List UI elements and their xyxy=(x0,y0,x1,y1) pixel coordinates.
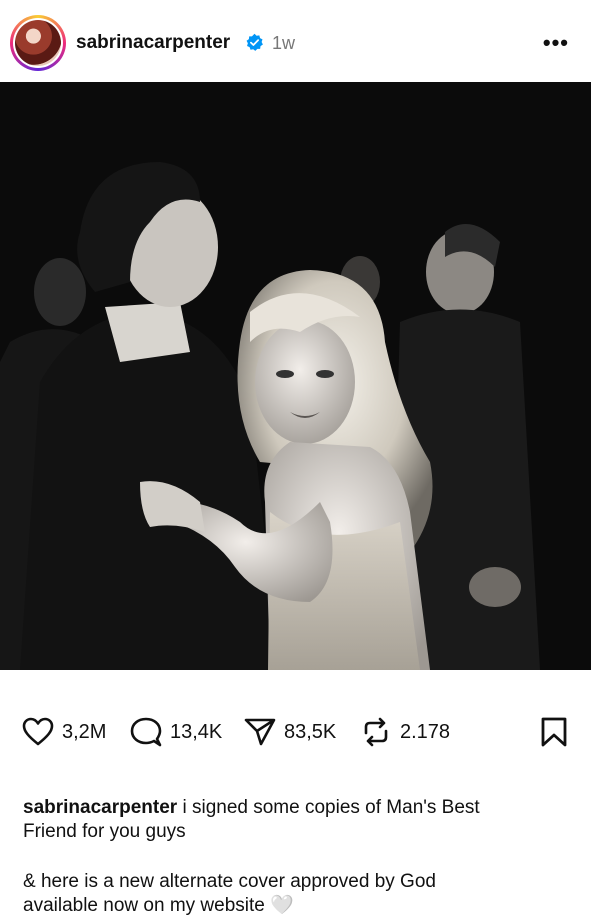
save-button[interactable] xyxy=(540,706,576,758)
caption-text-3: & here is a new alternate cover approved… xyxy=(23,871,436,892)
verified-badge-icon xyxy=(246,33,263,51)
post-photo[interactable] xyxy=(0,82,591,670)
send-icon xyxy=(244,718,276,746)
post-time: 1w xyxy=(272,33,296,53)
caption-text-2: Friend for you guys xyxy=(23,821,186,842)
like-button[interactable]: 3,2M xyxy=(22,706,106,758)
story-ring[interactable] xyxy=(10,15,66,71)
share-button[interactable]: 83,5K xyxy=(244,706,336,758)
share-count: 83,5K xyxy=(284,720,337,743)
photo-illustration xyxy=(0,82,591,670)
username-link[interactable]: sabrinacarpenter xyxy=(76,32,230,54)
post-caption: sabrinacarpenter i signed some copies of… xyxy=(23,796,563,918)
caption-username[interactable]: sabrinacarpenter xyxy=(23,797,177,818)
bookmark-icon xyxy=(541,717,567,747)
like-count: 3,2M xyxy=(62,720,107,743)
caption-text-1: i signed some copies of Man's Best xyxy=(182,797,480,818)
repost-count: 2.178 xyxy=(400,720,451,743)
repost-button[interactable]: 2.178 xyxy=(360,706,450,758)
more-options-icon[interactable]: ••• xyxy=(543,30,569,56)
comment-count: 13,4K xyxy=(170,720,223,743)
avatar[interactable] xyxy=(15,20,61,66)
white-heart-emoji: 🤍 xyxy=(270,895,294,916)
action-bar: 3,2M 13,4K 83,5K 2.178 xyxy=(0,706,591,758)
comment-button[interactable]: 13,4K xyxy=(130,706,222,758)
comment-icon xyxy=(130,717,162,747)
heart-icon xyxy=(22,717,54,746)
repost-icon xyxy=(364,717,388,747)
caption-text-4: available now on my website xyxy=(23,895,265,916)
post-header: sabrinacarpenter 1w ••• xyxy=(0,0,591,82)
